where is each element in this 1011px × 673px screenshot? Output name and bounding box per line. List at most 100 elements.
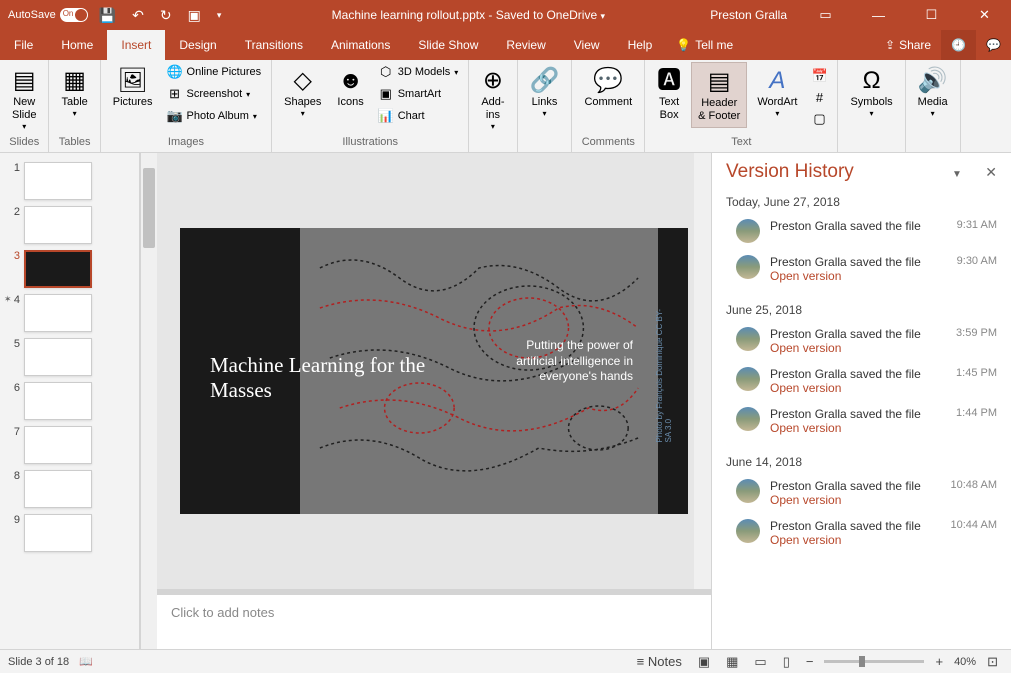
photo-album-button[interactable]: 📷Photo Album▾ bbox=[163, 106, 266, 126]
editor-scrollbar[interactable] bbox=[694, 153, 711, 589]
open-version-link[interactable]: Open version bbox=[770, 493, 932, 507]
slide-number-button[interactable]: # bbox=[807, 88, 831, 107]
tab-home[interactable]: Home bbox=[47, 30, 107, 60]
group-comments: Comments bbox=[578, 136, 638, 150]
autosave-toggle[interactable]: AutoSave On bbox=[8, 8, 88, 22]
3d-models-button[interactable]: ⬡3D Models▾ bbox=[374, 62, 463, 82]
start-from-beginning-icon[interactable]: ▣ bbox=[183, 7, 206, 24]
object-button[interactable]: ▢ bbox=[807, 109, 831, 129]
version-entry[interactable]: Preston Gralla saved the fileOpen versio… bbox=[726, 323, 997, 363]
slide-subtitle[interactable]: Putting the power of artificial intellig… bbox=[493, 338, 633, 385]
save-icon[interactable]: 💾 bbox=[94, 7, 121, 24]
maximize-icon[interactable]: ☐ bbox=[909, 0, 954, 30]
fit-to-window-icon[interactable]: ⊡ bbox=[982, 654, 1003, 670]
thumbnail-3[interactable]: 3✶ bbox=[0, 247, 139, 291]
tab-transitions[interactable]: Transitions bbox=[231, 30, 317, 60]
online-pictures-button[interactable]: 🌐Online Pictures bbox=[163, 62, 266, 82]
user-name[interactable]: Preston Gralla bbox=[710, 8, 795, 22]
table-button[interactable]: ▦Table▾ bbox=[55, 62, 93, 123]
minimize-icon[interactable]: — bbox=[856, 0, 901, 30]
tab-review[interactable]: Review bbox=[492, 30, 559, 60]
media-button[interactable]: 🔊Media▾ bbox=[912, 62, 954, 123]
group-text: Text bbox=[651, 136, 831, 150]
comments-button[interactable]: 💬 bbox=[976, 30, 1011, 60]
normal-view-icon[interactable]: ▣ bbox=[693, 654, 715, 670]
addins-button[interactable]: ⊕Add- ins▾ bbox=[475, 62, 510, 136]
chart-button[interactable]: 📊Chart bbox=[374, 106, 463, 126]
symbols-button[interactable]: ΩSymbols▾ bbox=[844, 62, 898, 123]
zoom-level[interactable]: 40% bbox=[954, 656, 976, 668]
thumbnail-9[interactable]: 9 bbox=[0, 511, 139, 555]
redo-icon[interactable]: ↻ bbox=[155, 7, 177, 24]
thumbnail-5[interactable]: 5 bbox=[0, 335, 139, 379]
tab-design[interactable]: Design bbox=[165, 30, 230, 60]
version-entry[interactable]: Preston Gralla saved the fileOpen versio… bbox=[726, 363, 997, 403]
thumbnail-1[interactable]: 1 bbox=[0, 159, 139, 203]
thumbnail-6[interactable]: 6 bbox=[0, 379, 139, 423]
autosave-switch[interactable]: On bbox=[60, 8, 88, 22]
icons-button[interactable]: ☻Icons bbox=[331, 62, 369, 113]
qat-dropdown-icon[interactable]: ▾ bbox=[212, 10, 227, 21]
tell-me-search[interactable]: 💡 Tell me bbox=[666, 38, 743, 52]
slide-canvas[interactable]: Machine Learning for the Masses Putting … bbox=[180, 228, 688, 514]
slideshow-view-icon[interactable]: ▯ bbox=[778, 654, 795, 670]
version-history-title: Version History bbox=[726, 161, 854, 183]
reading-view-icon[interactable]: ▭ bbox=[749, 654, 771, 670]
zoom-slider[interactable] bbox=[824, 660, 924, 663]
notes-toggle-button[interactable]: ≡ Notes bbox=[632, 654, 687, 669]
screenshot-button[interactable]: ⊞Screenshot▾ bbox=[163, 84, 266, 104]
open-version-link[interactable]: Open version bbox=[770, 341, 932, 355]
tab-animations[interactable]: Animations bbox=[317, 30, 404, 60]
links-button[interactable]: 🔗Links▾ bbox=[524, 62, 566, 123]
version-entry[interactable]: Preston Gralla saved the fileOpen versio… bbox=[726, 475, 997, 515]
avatar bbox=[736, 479, 760, 503]
slide-counter[interactable]: Slide 3 of 18 bbox=[8, 656, 69, 668]
share-button[interactable]: ⇪ Share bbox=[875, 30, 941, 60]
zoom-in-icon[interactable]: + bbox=[930, 654, 948, 669]
open-version-link[interactable]: Open version bbox=[770, 381, 932, 395]
avatar bbox=[736, 407, 760, 431]
slide-title[interactable]: Machine Learning for the Masses bbox=[210, 353, 450, 403]
spellcheck-icon[interactable]: 📖 bbox=[79, 655, 93, 668]
slide-sorter-icon[interactable]: ▦ bbox=[721, 654, 743, 670]
undo-icon[interactable]: ↶ bbox=[127, 7, 149, 24]
open-version-link[interactable]: Open version bbox=[770, 533, 932, 547]
ribbon-display-icon[interactable]: ▭ bbox=[803, 0, 848, 30]
pictures-button[interactable]: 🖼Pictures bbox=[107, 62, 159, 113]
thumbnail-2[interactable]: 2 bbox=[0, 203, 139, 247]
thumbnail-7[interactable]: 7 bbox=[0, 423, 139, 467]
header-footer-button[interactable]: ▤Header & Footer bbox=[691, 62, 747, 128]
tab-slideshow[interactable]: Slide Show bbox=[404, 30, 492, 60]
version-time: 10:48 AM bbox=[942, 479, 997, 491]
open-version-link[interactable]: Open version bbox=[770, 269, 932, 283]
version-history-button[interactable]: 🕘 bbox=[941, 30, 976, 60]
tab-insert[interactable]: Insert bbox=[107, 30, 165, 60]
version-entry[interactable]: Preston Gralla saved the file9:31 AM bbox=[726, 215, 997, 251]
thumbnail-4[interactable]: 4 bbox=[0, 291, 139, 335]
version-entry[interactable]: Preston Gralla saved the fileOpen versio… bbox=[726, 403, 997, 443]
version-time: 3:59 PM bbox=[942, 327, 997, 339]
version-entry[interactable]: Preston Gralla saved the fileOpen versio… bbox=[726, 515, 997, 555]
version-date-header: June 14, 2018 bbox=[726, 455, 997, 469]
version-entry[interactable]: Preston Gralla saved the fileOpen versio… bbox=[726, 251, 997, 291]
object-icon: ▢ bbox=[811, 111, 827, 127]
wordart-button[interactable]: AWordArt▾ bbox=[751, 62, 803, 123]
notes-pane[interactable]: Click to add notes bbox=[157, 594, 711, 649]
thumbnail-8[interactable]: 8 bbox=[0, 467, 139, 511]
avatar bbox=[736, 219, 760, 243]
thumbnails-scrollbar[interactable] bbox=[140, 153, 157, 649]
zoom-out-icon[interactable]: − bbox=[801, 654, 819, 669]
date-time-button[interactable]: 📅 bbox=[807, 66, 831, 86]
tab-help[interactable]: Help bbox=[614, 30, 667, 60]
shapes-button[interactable]: ◇Shapes▾ bbox=[278, 62, 327, 123]
comment-button[interactable]: 💬Comment bbox=[578, 62, 638, 113]
tab-file[interactable]: File bbox=[0, 30, 47, 60]
panel-close-icon[interactable]: ✕ bbox=[985, 164, 997, 180]
open-version-link[interactable]: Open version bbox=[770, 421, 932, 435]
panel-options-icon[interactable]: ▼ bbox=[952, 169, 962, 180]
smartart-button[interactable]: ▣SmartArt bbox=[374, 84, 463, 104]
tab-view[interactable]: View bbox=[560, 30, 614, 60]
new-slide-button[interactable]: ▤New Slide▾ bbox=[6, 62, 42, 136]
close-icon[interactable]: ✕ bbox=[962, 0, 1007, 30]
textbox-button[interactable]: 🅰Text Box bbox=[651, 62, 687, 126]
